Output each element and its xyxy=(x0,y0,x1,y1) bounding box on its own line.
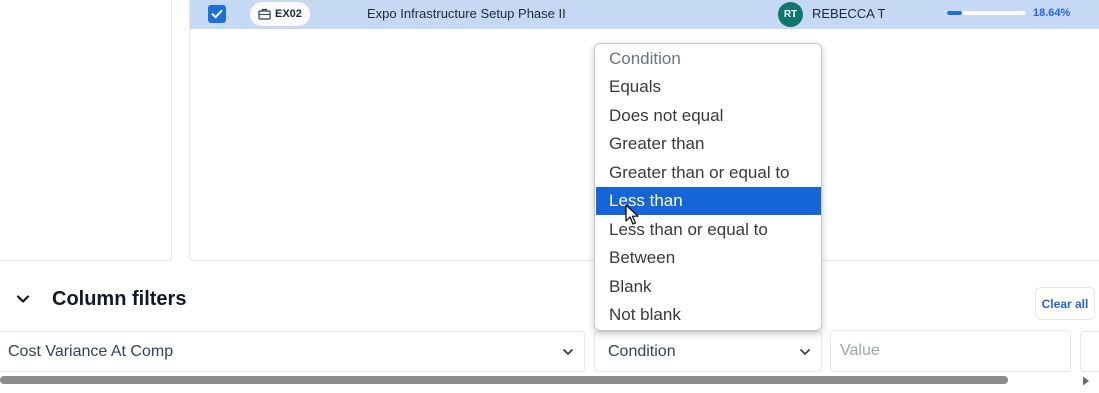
condition-select[interactable]: Condition xyxy=(594,331,822,372)
owner-name: REBECCA T xyxy=(812,6,886,21)
filter-extra-field[interactable] xyxy=(1080,331,1099,372)
condition-select-value: Condition xyxy=(608,342,676,360)
clear-all-button[interactable]: Clear all xyxy=(1035,287,1095,320)
check-icon xyxy=(211,9,223,19)
dropdown-option[interactable]: Not blank xyxy=(596,301,821,329)
avatar: RT xyxy=(778,2,803,27)
project-code: EX02 xyxy=(275,8,302,20)
mouse-cursor-icon xyxy=(625,204,639,225)
arrow-right-icon[interactable] xyxy=(1082,376,1090,386)
dropdown-header: Condition xyxy=(609,49,681,68)
chevron-down-icon xyxy=(800,349,810,355)
column-filters-header[interactable]: Column filters xyxy=(12,286,186,312)
value-input[interactable] xyxy=(830,330,1071,372)
condition-dropdown-menu: Condition Equals Does not equal Greater … xyxy=(594,43,822,331)
chevron-down-icon[interactable] xyxy=(12,288,34,310)
project-name[interactable]: Expo Infrastructure Setup Phase II xyxy=(367,6,566,21)
dropdown-option[interactable]: Greater than xyxy=(596,130,821,158)
project-code-chip: EX02 xyxy=(250,2,310,26)
column-select-value: Cost Variance At Comp xyxy=(8,342,174,360)
dropdown-option[interactable]: Greater than or equal to xyxy=(596,159,821,187)
left-panel xyxy=(0,0,172,261)
dropdown-option[interactable]: Does not equal xyxy=(596,102,821,130)
column-filters-title: Column filters xyxy=(52,287,187,310)
dropdown-option[interactable]: Blank xyxy=(596,273,821,301)
chevron-down-icon xyxy=(563,349,573,355)
briefcase-icon xyxy=(258,8,271,20)
row-checkbox[interactable] xyxy=(208,5,226,23)
progress-bar xyxy=(947,11,1025,15)
horizontal-scrollbar[interactable] xyxy=(0,375,1099,386)
column-select[interactable]: Cost Variance At Comp xyxy=(0,331,585,372)
scrollbar-thumb[interactable] xyxy=(0,376,1008,384)
progress-percent: 18.64% xyxy=(1033,7,1071,19)
dropdown-option[interactable]: Between xyxy=(596,244,821,272)
progress-bar-fill xyxy=(947,11,962,15)
dropdown-option[interactable]: Equals xyxy=(596,73,821,101)
table-row[interactable]: EX02 Expo Infrastructure Setup Phase II … xyxy=(190,0,1099,29)
page: EX02 Expo Infrastructure Setup Phase II … xyxy=(0,0,1099,393)
